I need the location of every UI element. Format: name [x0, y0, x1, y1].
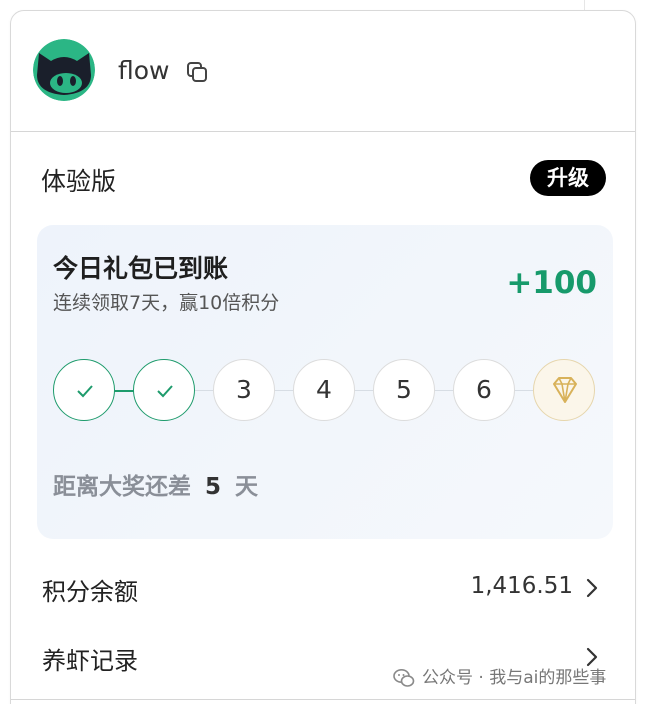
username: flow	[118, 56, 170, 85]
points-balance-row[interactable]: 积分余额 1,416.51	[11, 564, 635, 612]
day-3-checkin: 3	[213, 359, 275, 421]
day-6-checkin: 6	[453, 359, 515, 421]
wechat-icon	[393, 669, 415, 687]
checkin-days: 3 4 5 6	[53, 359, 597, 423]
gift-subtitle: 连续领取7天，赢10倍积分	[53, 292, 280, 314]
day-2-checkin	[133, 359, 195, 421]
account-panel: flow 体验版 升级 今日礼包已到账 连续领取7天，赢10倍积分 +100 3…	[10, 10, 636, 704]
points-balance-label: 积分余额	[42, 578, 138, 606]
daily-gift-card: 今日礼包已到账 连续领取7天，赢10倍积分 +100 3 4 5 6 距离大奖还…	[37, 225, 613, 539]
upgrade-button[interactable]: 升级	[530, 160, 606, 196]
page: flow 体验版 升级 今日礼包已到账 连续领取7天，赢10倍积分 +100 3…	[0, 0, 648, 704]
chevron-right-icon	[586, 578, 598, 598]
remaining-days-text: 距离大奖还差 5 天	[53, 467, 258, 501]
bottom-divider	[11, 699, 635, 700]
plan-row: 体验版 升级	[11, 156, 635, 200]
diamond-icon	[553, 377, 577, 403]
day-4-checkin: 4	[293, 359, 355, 421]
copy-icon	[187, 62, 207, 82]
cat-avatar-icon	[33, 39, 95, 101]
copy-username-button[interactable]	[185, 60, 209, 84]
account-header: flow	[11, 11, 635, 132]
avatar[interactable]	[33, 39, 95, 101]
day-7-prize	[533, 359, 595, 421]
gift-title: 今日礼包已到账	[53, 254, 229, 283]
background-divider	[584, 0, 585, 10]
remaining-suffix: 天	[235, 474, 259, 500]
shrimp-record-label: 养虾记录	[42, 647, 138, 675]
check-icon	[157, 385, 173, 398]
day-5-checkin: 5	[373, 359, 435, 421]
check-icon	[77, 385, 93, 398]
plan-label: 体验版	[41, 167, 117, 196]
remaining-days-count: 5	[205, 474, 222, 500]
watermark-text: 公众号 · 我与ai的那些事	[422, 668, 607, 688]
points-balance-value: 1,416.51	[470, 573, 573, 599]
day-1-checkin	[53, 359, 115, 421]
gift-points: +100	[506, 265, 597, 301]
remaining-prefix: 距离大奖还差	[53, 474, 191, 500]
